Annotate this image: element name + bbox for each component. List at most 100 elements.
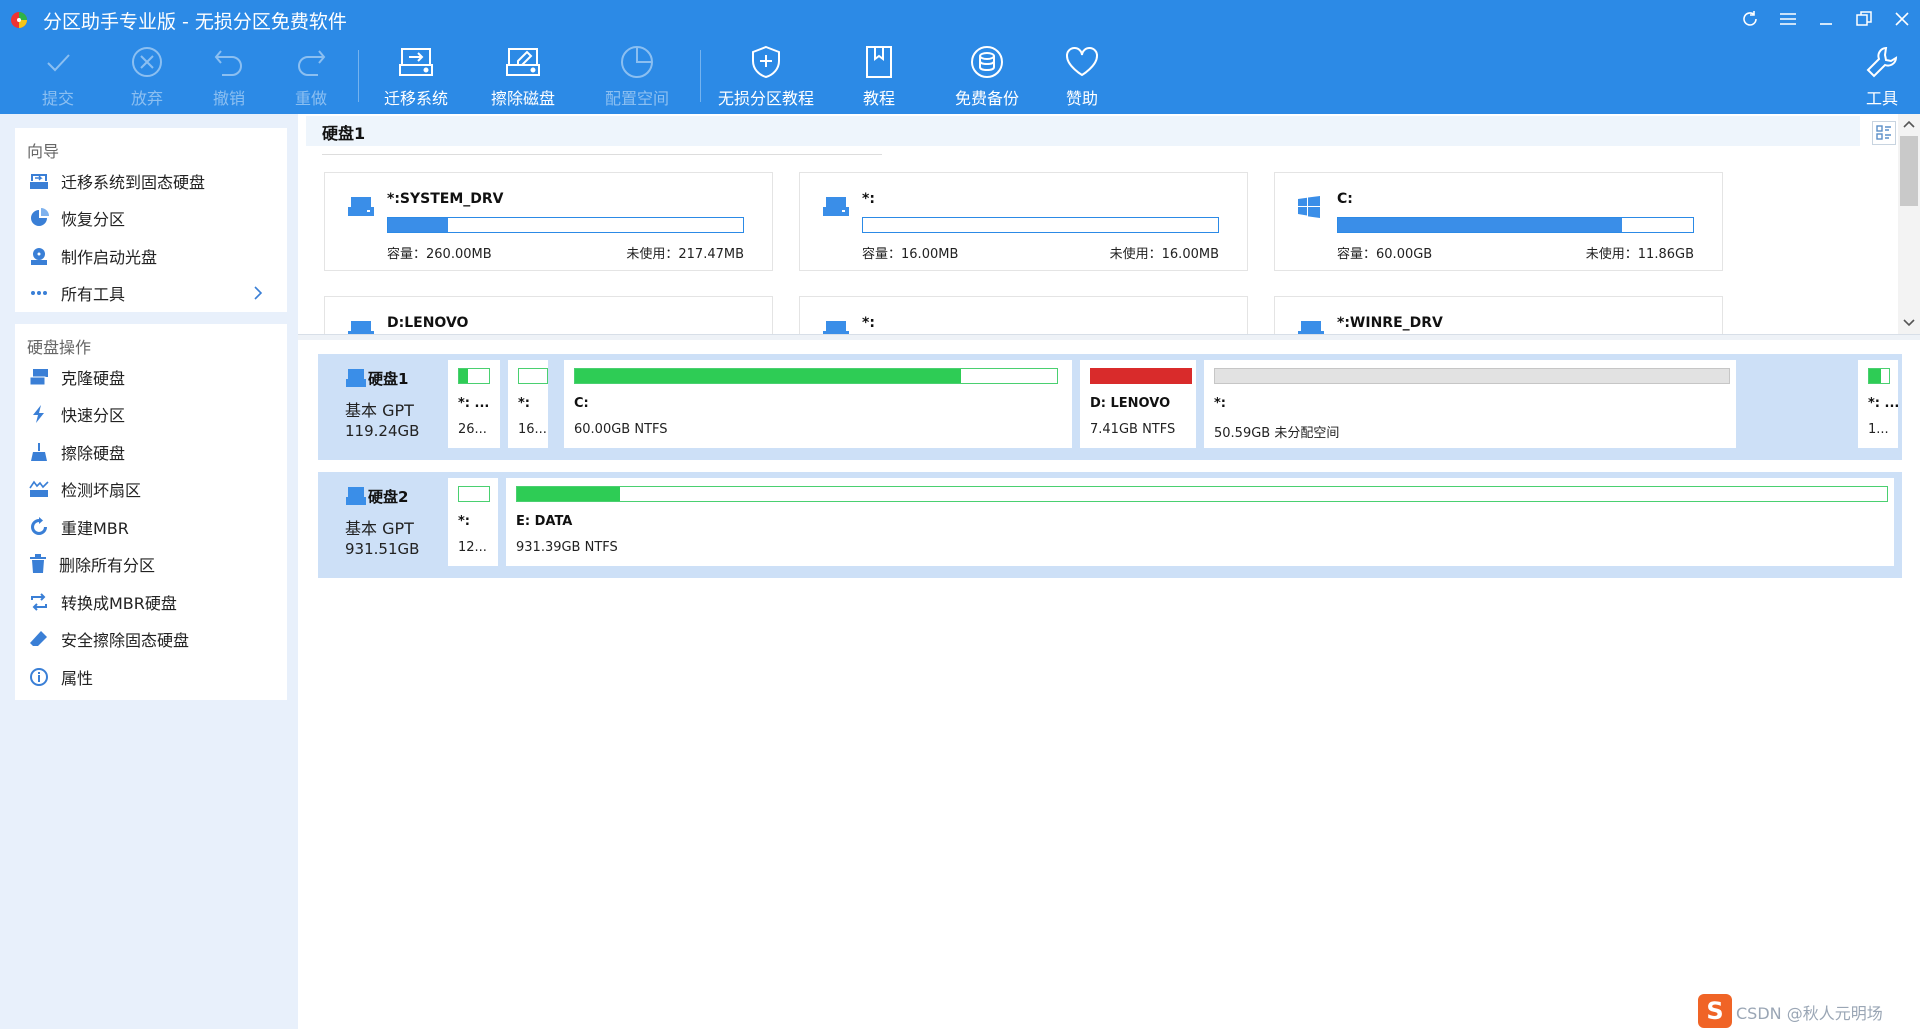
sidebar-item-delete-all-partitions[interactable]: 删除所有分区 (15, 546, 287, 584)
disk-info: 硬盘2 基本 GPT 931.51GB (318, 472, 440, 578)
segment-label: D: LENOVO (1090, 396, 1171, 411)
redo-button[interactable]: 重做 (262, 44, 360, 110)
capacity-text: 容量：60.00GB (1337, 243, 1432, 262)
rebuild-icon (31, 516, 47, 535)
disk-size: 931.51GB (345, 540, 420, 558)
migrate-os-button[interactable]: 迁移系统 (367, 44, 465, 110)
redo-icon (298, 50, 326, 76)
sidebar-item-quick-partition[interactable]: 快速分区 (15, 396, 287, 434)
capacity-label: 容量： (862, 247, 902, 262)
segment-label: *: (1214, 396, 1226, 411)
partition-segment[interactable]: *: 50.59GB 未分配空间 (1204, 360, 1736, 448)
capacity-value: 260.00MB (426, 247, 492, 262)
partition-segment[interactable]: *: ... 26... (448, 360, 500, 448)
partition-card[interactable]: *: 容量：16.00MB 未使用：16.00MB (799, 172, 1248, 271)
minimize-button[interactable] (1812, 6, 1840, 32)
segment-usage-bar (458, 368, 490, 384)
sidebar-item-label: 擦除硬盘 (61, 443, 126, 463)
disk-row[interactable]: 硬盘1 基本 GPT 119.24GB *: ... 26... *: 16..… (318, 354, 1902, 460)
partition-segment[interactable]: E: DATA 931.39GB NTFS (506, 478, 1894, 566)
allocate-space-label: 配置空间 (604, 89, 669, 108)
segment-label: *: (458, 514, 470, 529)
free-value: 217.47MB (678, 247, 744, 262)
segment-label: *: ... (1868, 396, 1898, 411)
partition-name: *:SYSTEM_DRV (387, 191, 504, 207)
migrate-os-label: 迁移系统 (383, 89, 448, 108)
partition-segment[interactable]: *: 12... (448, 478, 498, 566)
sidebar-item-label: 转换成MBR硬盘 (61, 593, 177, 613)
partition-card[interactable]: C: 容量：60.00GB 未使用：11.86GB (1274, 172, 1723, 271)
broom-icon (31, 442, 47, 461)
partition-card[interactable]: *:WINRE_DRV (1274, 296, 1723, 334)
partition-name: *:WINRE_DRV (1337, 315, 1443, 331)
partition-segment[interactable]: D: LENOVO 7.41GB NTFS (1080, 360, 1196, 448)
partition-card[interactable]: *:SYSTEM_DRV 容量：260.00MB 未使用：217.47MB (324, 172, 773, 271)
disk-type: 基本 GPT (345, 401, 414, 420)
disk-tab[interactable]: 硬盘1 (306, 116, 1860, 146)
drive-icon (823, 321, 849, 334)
sidebar-item-properties[interactable]: 属性 (15, 658, 287, 696)
sidebar-item-label: 克隆硬盘 (61, 368, 126, 388)
list-view-icon (1876, 125, 1891, 140)
segment-detail: 12... (458, 540, 487, 555)
disk-map: 硬盘1 基本 GPT 119.24GB *: ... 26... *: 16..… (298, 340, 1920, 1029)
sidebar-item-rebuild-mbr[interactable]: 重建MBR (15, 508, 287, 546)
menu-button[interactable] (1774, 6, 1802, 32)
tutorial-button[interactable]: 教程 (830, 44, 928, 110)
disk-row[interactable]: 硬盘2 基本 GPT 931.51GB *: 12... E: DATA 931… (318, 472, 1902, 578)
sidebar-item-secure-erase-ssd[interactable]: 安全擦除固态硬盘 (15, 621, 287, 659)
restore-button[interactable] (1850, 6, 1878, 32)
partition-card[interactable]: D:LENOVO (324, 296, 773, 334)
sidebar-item-clone-disk[interactable]: 克隆硬盘 (15, 358, 287, 396)
close-button[interactable] (1888, 6, 1916, 32)
refresh-button[interactable] (1736, 6, 1764, 32)
sidebar-item-all-tools[interactable]: 所有工具 (15, 275, 287, 313)
donate-button[interactable]: 赞助 (1033, 44, 1131, 110)
close-icon (1895, 12, 1909, 26)
free-value: 11.86GB (1637, 247, 1694, 262)
partition-segment[interactable]: *: 16... (508, 360, 548, 448)
wipe-disk-button[interactable]: 擦除磁盘 (474, 44, 572, 110)
segment-usage-fill (1869, 369, 1881, 383)
sidebar-item-recover-partition[interactable]: 恢复分区 (15, 200, 287, 238)
usage-bar (862, 217, 1219, 233)
tools-button[interactable]: 工具 (1832, 44, 1920, 110)
disk-icon (346, 487, 366, 505)
commit-button[interactable]: 提交 (9, 44, 107, 110)
sidebar-item-make-boot-cd[interactable]: 制作启动光盘 (15, 237, 287, 275)
lightning-icon (33, 405, 44, 424)
view-toggle-button[interactable] (1872, 121, 1896, 145)
sidebar-item-migrate-ssd[interactable]: 迁移系统到固态硬盘 (15, 162, 287, 200)
sidebar-item-label: 制作启动光盘 (61, 247, 158, 267)
disk-size: 119.24GB (345, 422, 420, 440)
vertical-scrollbar[interactable] (1898, 114, 1920, 334)
sidebar-item-label: 恢复分区 (61, 210, 126, 230)
sidebar: 向导 迁移系统到固态硬盘 恢复分区 制作启动光盘 所有工具 硬盘操作 克隆硬盘 … (0, 114, 298, 1029)
watermark-logo: S (1698, 994, 1732, 1028)
partition-name: *: (862, 191, 875, 207)
sidebar-item-convert-mbr[interactable]: 转换成MBR硬盘 (15, 583, 287, 621)
toolbar-separator (700, 50, 701, 102)
drive-icon (823, 197, 849, 216)
partition-card[interactable]: *: (799, 296, 1248, 334)
free-backup-button[interactable]: 免费备份 (938, 44, 1036, 110)
partition-segment[interactable]: *: ... 1... (1858, 360, 1898, 448)
watermark: S CSDN @秋人元明场 (1698, 994, 1920, 1029)
allocate-space-button[interactable]: 配置空间 (588, 44, 686, 110)
drive-icon (1298, 321, 1324, 334)
sidebar-item-label: 删除所有分区 (59, 556, 156, 576)
heart-icon (1066, 47, 1098, 77)
sidebar-item-wipe-disk[interactable]: 擦除硬盘 (15, 433, 287, 471)
segment-usage-bar (1868, 368, 1890, 384)
sidebar-item-label: 所有工具 (61, 285, 126, 305)
sidebar-item-label: 安全擦除固态硬盘 (61, 631, 190, 651)
windows-icon (1298, 196, 1320, 218)
free-space-text: 未使用：16.00MB (1110, 243, 1219, 262)
menu-icon (1780, 13, 1796, 25)
book-icon (866, 46, 892, 78)
lossless-tutorial-button[interactable]: 无损分区教程 (716, 44, 816, 110)
partition-segment[interactable]: C: 60.00GB NTFS (564, 360, 1072, 448)
scrollbar-thumb[interactable] (1900, 136, 1918, 206)
disk-tab-label: 硬盘1 (322, 124, 366, 143)
sidebar-item-bad-sector-check[interactable]: 检测坏扇区 (15, 471, 287, 509)
